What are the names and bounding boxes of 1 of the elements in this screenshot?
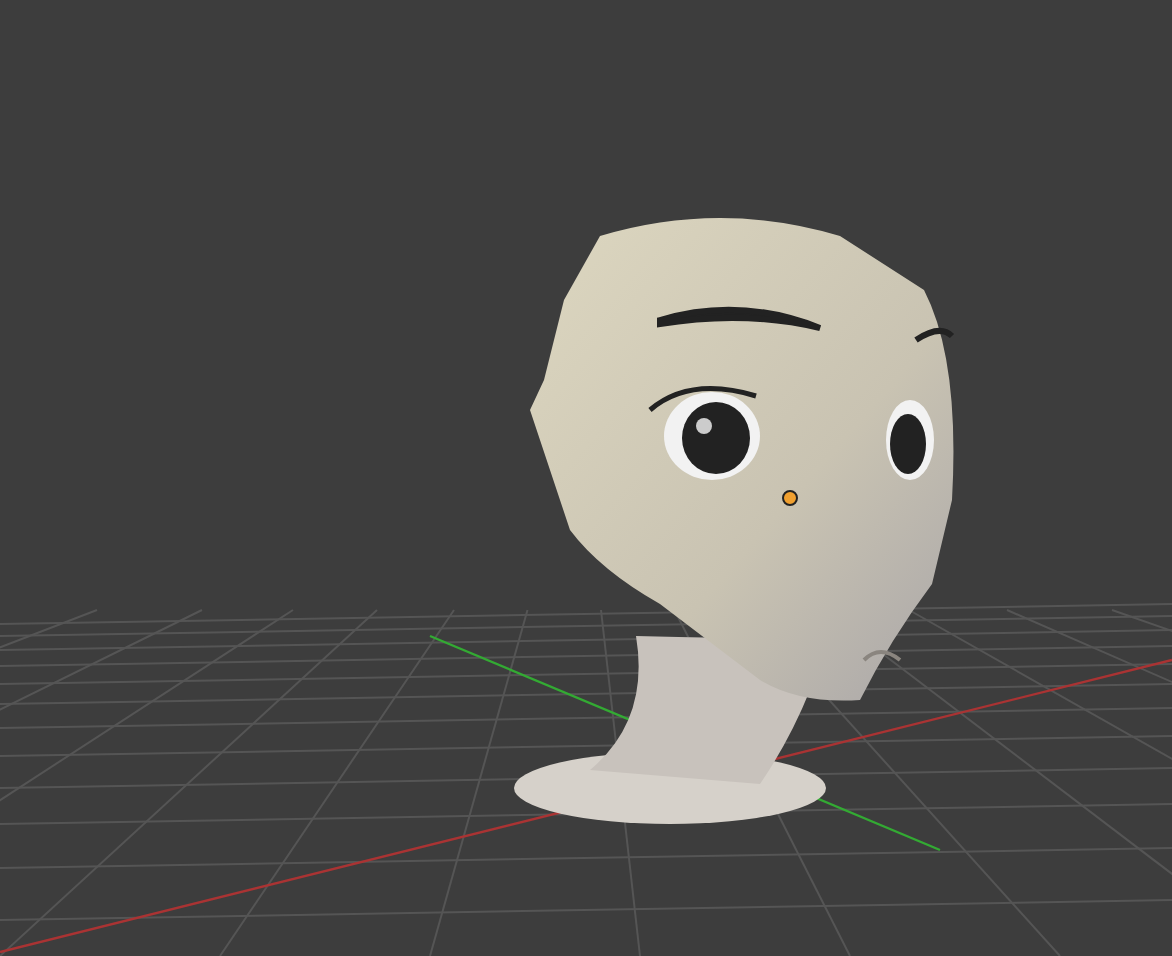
origin-dot-icon [782, 490, 798, 506]
